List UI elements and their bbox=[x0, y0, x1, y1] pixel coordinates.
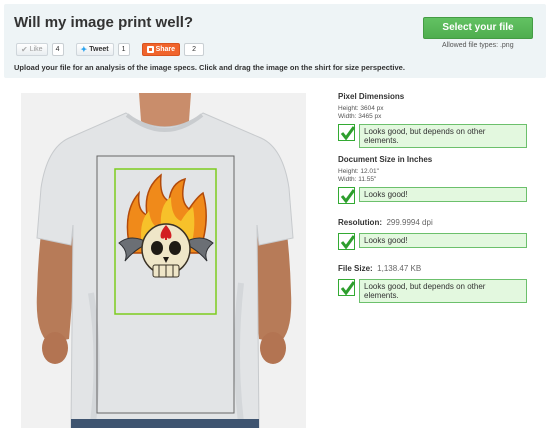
file-size-value: 1,138.47 KB bbox=[377, 264, 422, 273]
tweet-label: Tweet bbox=[89, 46, 109, 53]
check-icon bbox=[338, 279, 356, 296]
pixel-width: Width: 3465 px bbox=[338, 113, 382, 120]
resolution-row: Resolution: 299.9994 dpi bbox=[338, 212, 538, 230]
resolution-status: Looks good! bbox=[338, 233, 538, 250]
share-count: 2 bbox=[184, 43, 205, 56]
pixel-height: Height: 3604 px bbox=[338, 105, 384, 112]
document-height: Height: 12.01" bbox=[338, 168, 379, 175]
file-size-row: File Size: 1,138.47 KB bbox=[338, 258, 538, 276]
like-count: 4 bbox=[51, 43, 64, 56]
page-title: Will my image print well? bbox=[14, 14, 194, 31]
header-bar: Will my image print well? ✔ Like 4 ✦ Twe… bbox=[4, 4, 546, 78]
share-button[interactable]: Share bbox=[141, 43, 181, 56]
file-size-message: Looks good, but depends on other element… bbox=[359, 279, 527, 303]
file-size-status: Looks good, but depends on other element… bbox=[338, 279, 538, 303]
analysis-panel: Pixel Dimensions Height: 3604 px Width: … bbox=[338, 92, 538, 303]
twitter-bird-icon: ✦ bbox=[80, 45, 88, 54]
share-icon bbox=[146, 46, 154, 53]
document-size-message: Looks good! bbox=[359, 187, 527, 202]
tweet-count: 1 bbox=[117, 43, 130, 56]
tweet-button[interactable]: ✦ Tweet bbox=[75, 43, 114, 56]
resolution-message: Looks good! bbox=[359, 233, 527, 248]
shirt-preview bbox=[21, 93, 306, 428]
resolution-label: Resolution: bbox=[338, 218, 382, 227]
pixel-dimensions-message: Looks good, but depends on other element… bbox=[359, 124, 527, 148]
resolution-value: 299.9994 dpi bbox=[386, 218, 433, 227]
right-hand bbox=[260, 332, 286, 364]
check-icon bbox=[338, 233, 356, 250]
thumbs-up-icon: ✔ bbox=[21, 45, 28, 54]
file-size-label: File Size: bbox=[338, 264, 373, 273]
like-label: Like bbox=[29, 46, 43, 53]
pixel-dimensions-status: Looks good, but depends on other element… bbox=[338, 124, 538, 148]
like-button[interactable]: ✔ Like bbox=[16, 43, 48, 56]
check-icon bbox=[338, 124, 356, 141]
check-icon bbox=[338, 187, 356, 204]
document-size-status: Looks good! bbox=[338, 187, 538, 204]
left-hand bbox=[42, 332, 68, 364]
social-buttons: ✔ Like 4 ✦ Tweet 1 Share 2 bbox=[16, 43, 212, 56]
upload-instructions: Upload your file for an analysis of the … bbox=[14, 63, 405, 72]
shirt-illustration bbox=[36, 93, 294, 428]
document-width: Width: 11.55" bbox=[338, 176, 377, 183]
jeans bbox=[71, 419, 259, 428]
allowed-file-types: Allowed file types: .png bbox=[442, 42, 514, 49]
pixel-dimensions-title: Pixel Dimensions bbox=[338, 92, 405, 101]
share-label: Share bbox=[155, 46, 176, 53]
select-file-button[interactable]: Select your file bbox=[423, 17, 533, 39]
document-size-title: Document Size in Inches bbox=[338, 155, 433, 164]
